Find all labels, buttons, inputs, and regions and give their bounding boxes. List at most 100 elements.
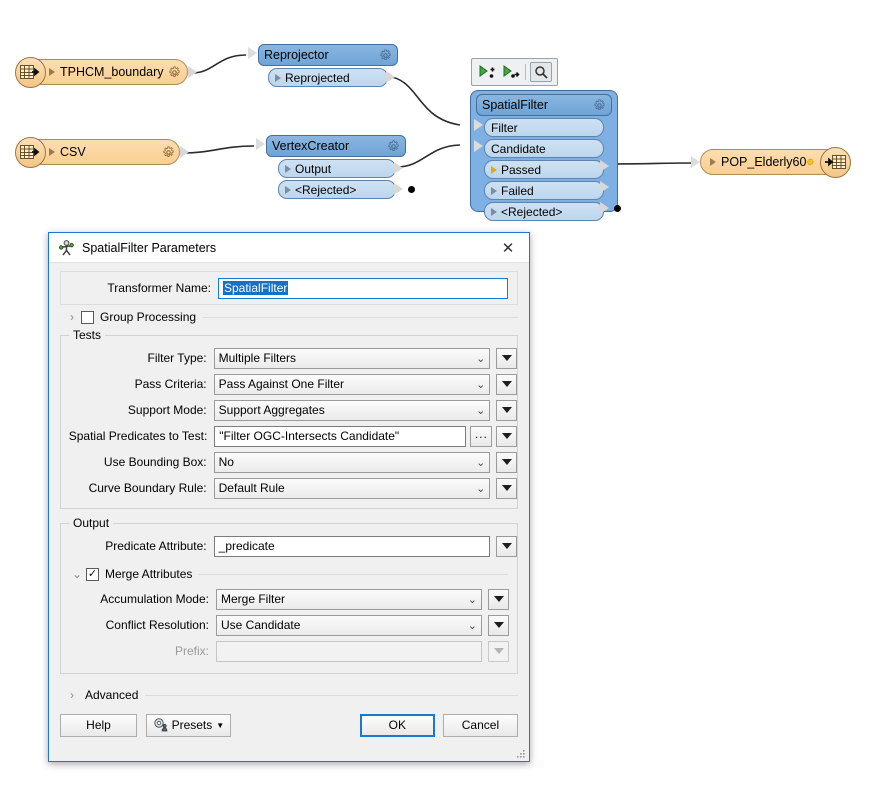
transformer-title: SpatialFilter (482, 98, 548, 112)
caret-down-icon (501, 381, 512, 387)
transformer-mini-toolbar[interactable] (471, 58, 558, 86)
caret-down-icon (501, 485, 512, 491)
conflict-resolution-combo[interactable]: Use Candidate ⌄ (216, 614, 482, 636)
port-label: Filter (491, 120, 518, 135)
pass-criteria-dropdown-button[interactable] (496, 373, 518, 395)
add-breakpoint-icon[interactable] (477, 63, 497, 81)
run-from-here-icon[interactable] (501, 63, 521, 81)
filter-type-dropdown-button[interactable] (496, 347, 518, 369)
writer-label: POP_Elderly60 (721, 155, 807, 169)
gear-icon[interactable] (379, 48, 392, 62)
predicate-attribute-input[interactable]: _predicate (213, 535, 491, 557)
spatial-predicates-input[interactable]: "Filter OGC-Intersects Candidate" (214, 425, 467, 447)
chevron-right-icon[interactable]: › (66, 310, 78, 324)
reader-pill[interactable]: TPHCM_boundary (15, 57, 188, 88)
ok-button[interactable]: OK (359, 713, 435, 737)
node-transformer-spatialfilter[interactable]: SpatialFilter Filter Candidate Passed Fa… (474, 94, 621, 221)
output-caption: Output (69, 516, 114, 530)
port-filter[interactable]: Filter (484, 118, 604, 137)
spatialfilter-parameters-dialog[interactable]: SpatialFilter Parameters ✕ Transformer N… (48, 232, 530, 762)
cancel-button[interactable]: Cancel (442, 713, 518, 737)
node-writer-pop-elderly60[interactable]: POP_Elderly60 (691, 147, 851, 178)
port-output-nub[interactable] (394, 162, 403, 174)
caret-down-icon (501, 355, 512, 361)
gear-icon[interactable] (162, 145, 175, 159)
transformer-header[interactable]: VertexCreator (266, 135, 406, 157)
curve-boundary-rule-dropdown-button[interactable] (496, 477, 518, 499)
transformer-name-input[interactable]: SpatialFilter (218, 277, 508, 299)
transformer-header[interactable]: Reprojector (258, 44, 398, 66)
gear-icon[interactable] (168, 65, 181, 79)
field-label: Spatial Predicates to Test: (68, 429, 208, 443)
filter-type-combo[interactable]: Multiple Filters ⌄ (213, 347, 491, 369)
group-processing-section[interactable]: › Group Processing (60, 305, 518, 329)
port-failed-nub[interactable] (600, 181, 609, 193)
port-rejected-nub[interactable] (394, 183, 403, 195)
conflict-resolution-dropdown-button[interactable] (488, 614, 509, 636)
port-failed[interactable]: Failed (484, 181, 604, 200)
advanced-section[interactable]: › Advanced (60, 683, 518, 707)
transformer-header[interactable]: SpatialFilter (476, 94, 612, 116)
node-transformer-vertexcreator[interactable]: VertexCreator Output <Rejected> (256, 135, 415, 199)
port-rejected[interactable]: <Rejected> (278, 180, 396, 199)
port-output[interactable]: Output (278, 159, 396, 178)
reader-output-nub[interactable] (188, 66, 197, 78)
presets-button[interactable]: Presets ▼ (146, 713, 231, 737)
accumulation-mode-dropdown-button[interactable] (488, 588, 509, 610)
inspect-icon[interactable] (530, 62, 552, 82)
port-passed-nub[interactable] (600, 160, 609, 172)
use-bounding-box-combo[interactable]: No ⌄ (213, 451, 491, 473)
node-reader-tphcm-boundary[interactable]: TPHCM_boundary (15, 57, 197, 88)
port-rejected[interactable]: <Rejected> (484, 202, 604, 221)
use-bounding-box-dropdown-button[interactable] (496, 451, 518, 473)
port-filter-nub[interactable] (474, 119, 483, 131)
gear-icon[interactable] (593, 98, 606, 112)
toolbar-separator (525, 64, 526, 80)
vertexcreator-input-nub[interactable] (256, 138, 265, 150)
reader-output-nub[interactable] (180, 146, 189, 158)
chevron-right-icon[interactable]: › (66, 688, 78, 702)
port-arrow-icon (49, 68, 55, 76)
close-icon[interactable]: ✕ (493, 235, 523, 261)
port-reprojected[interactable]: Reprojected (268, 68, 388, 87)
dialog-titlebar[interactable]: SpatialFilter Parameters ✕ (49, 233, 529, 263)
port-candidate-nub[interactable] (474, 140, 483, 152)
port-arrow-icon (491, 186, 497, 195)
reprojector-input-nub[interactable] (248, 47, 257, 59)
chevron-down-icon[interactable]: ⌄ (71, 567, 83, 581)
port-reprojected-nub[interactable] (386, 71, 395, 83)
port-candidate[interactable]: Candidate (484, 139, 604, 158)
advanced-label: Advanced (85, 688, 139, 702)
node-reader-csv[interactable]: CSV (15, 137, 189, 168)
prefix-input[interactable] (216, 640, 482, 662)
support-mode-combo[interactable]: Support Aggregates ⌄ (213, 399, 491, 421)
field-value: Support Aggregates (218, 403, 325, 417)
group-processing-checkbox[interactable] (81, 310, 94, 324)
merge-attributes-section[interactable]: ⌄ ✓ Merge Attributes (61, 562, 517, 586)
writer-input-nub[interactable] (691, 156, 700, 168)
table-reader-icon (15, 57, 46, 88)
gear-icon[interactable] (806, 156, 815, 169)
resize-grip-icon[interactable] (516, 749, 526, 759)
port-label: Failed (501, 183, 534, 198)
reader-pill[interactable]: CSV (15, 137, 180, 168)
chevron-down-icon: ⌄ (476, 404, 486, 417)
support-mode-dropdown-button[interactable] (496, 399, 518, 421)
port-label: Passed (501, 162, 542, 177)
predicate-attribute-dropdown-button[interactable] (496, 535, 518, 557)
output-group: Output Predicate Attribute: _predicate ⌄… (60, 516, 518, 674)
merge-attributes-checkbox[interactable]: ✓ (86, 567, 99, 581)
pass-criteria-combo[interactable]: Pass Against One Filter ⌄ (213, 373, 491, 395)
port-rejected-nub[interactable] (600, 202, 609, 214)
transformer-icon (59, 240, 74, 256)
field-value: Pass Against One Filter (218, 377, 345, 391)
spatial-predicates-browse-button[interactable]: ... (470, 425, 493, 447)
port-passed[interactable]: Passed (484, 160, 604, 179)
accumulation-mode-combo[interactable]: Merge Filter ⌄ (216, 588, 482, 610)
curve-boundary-rule-combo[interactable]: Default Rule ⌄ (213, 477, 491, 499)
gear-icon[interactable] (387, 139, 400, 153)
help-button[interactable]: Help (60, 713, 138, 737)
writer-pill[interactable]: POP_Elderly60 (700, 147, 851, 178)
spatial-predicates-dropdown-button[interactable] (496, 425, 517, 447)
node-transformer-reprojector[interactable]: Reprojector Reprojected (248, 44, 398, 87)
